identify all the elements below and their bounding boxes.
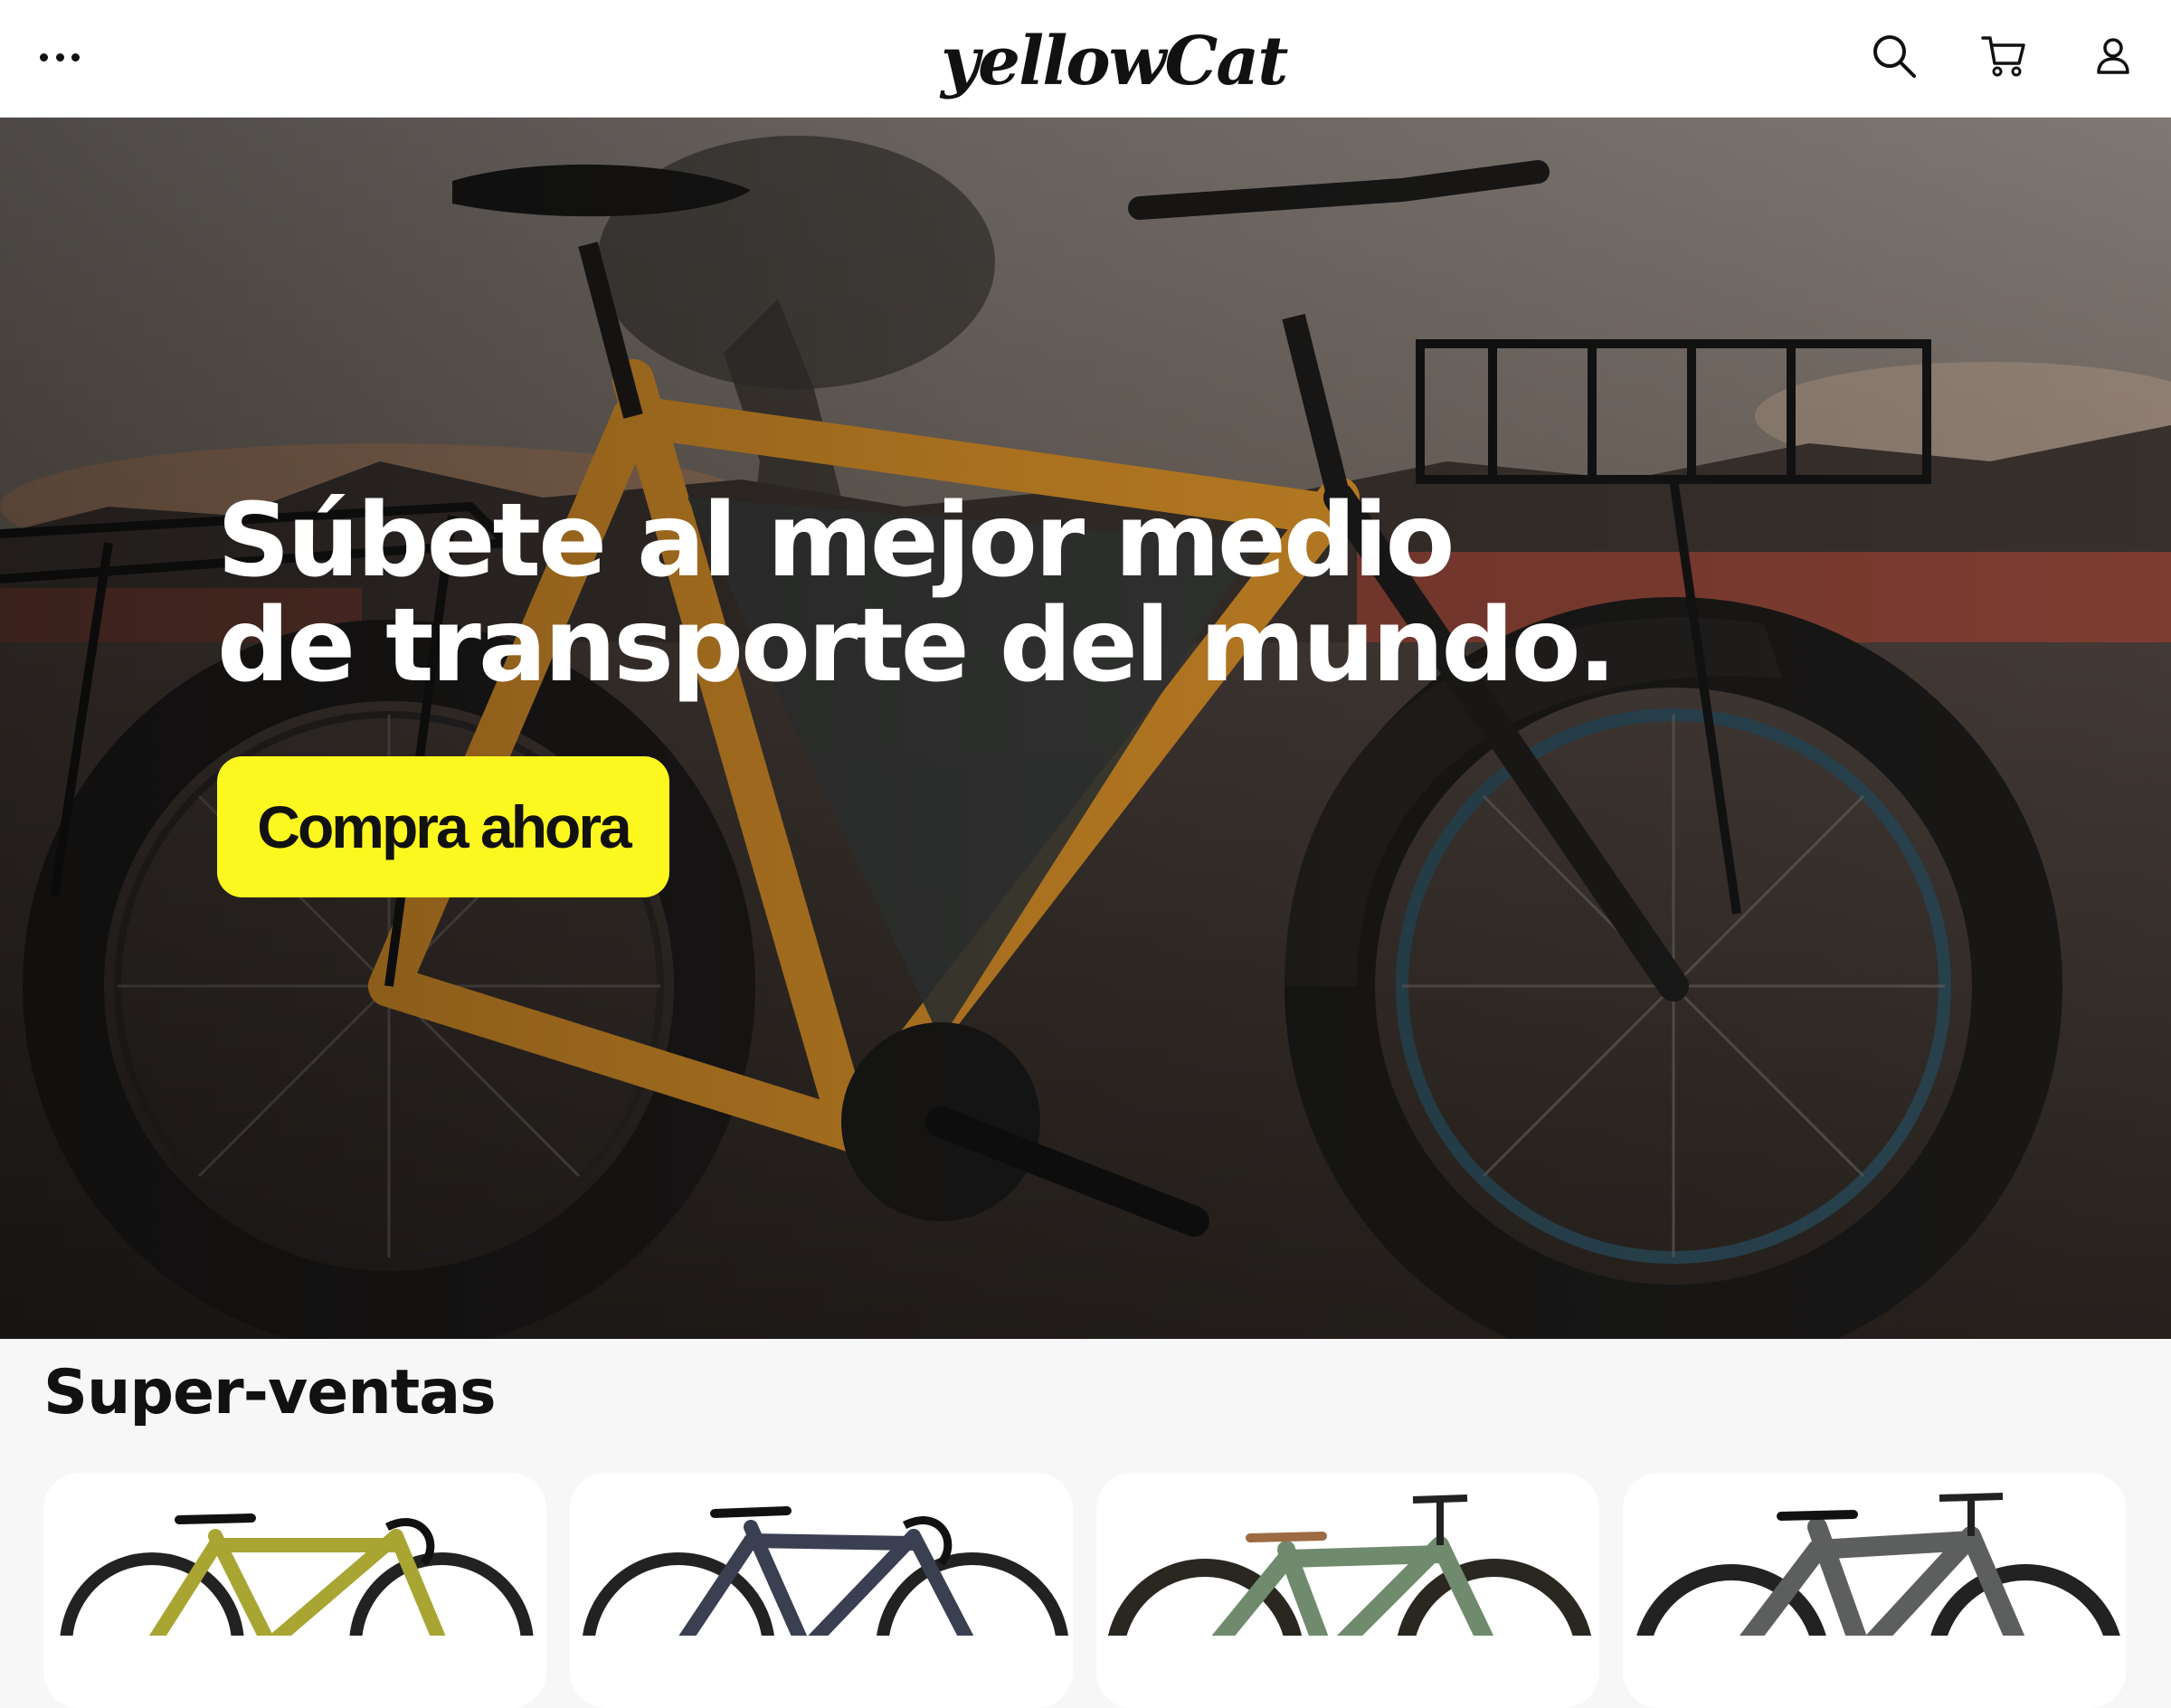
hero-overlay [0,118,2171,1339]
shop-now-button[interactable]: Compra ahora [217,756,669,897]
hero-headline-line-2: de transporte del mundo. [217,587,1616,705]
hero-headline-line-1: Súbete al mejor medio [217,482,1455,600]
site-header: yellowCat [0,0,2171,118]
user-icon[interactable] [2086,29,2140,83]
best-sellers-carousel [43,1473,2128,1708]
hero-headline: Súbete al mejor medio de transporte del … [217,489,1755,698]
product-card[interactable] [1096,1473,1599,1708]
more-horizontal-icon[interactable] [40,45,80,69]
product-bike-image [1107,1494,1592,1636]
product-card[interactable] [1623,1473,2126,1708]
product-bike-image [583,1506,1068,1636]
product-card[interactable] [43,1473,546,1708]
product-bike-image [60,1513,534,1636]
search-icon[interactable] [1867,29,1921,83]
best-sellers-title: Super-ventas [43,1357,497,1428]
hero-banner: Súbete al mejor medio de transporte del … [0,118,2171,1339]
product-card[interactable] [570,1473,1073,1708]
logo[interactable]: yellowCat [941,16,1288,107]
cart-icon[interactable] [1977,29,2032,83]
product-bike-image [1636,1493,2120,1636]
